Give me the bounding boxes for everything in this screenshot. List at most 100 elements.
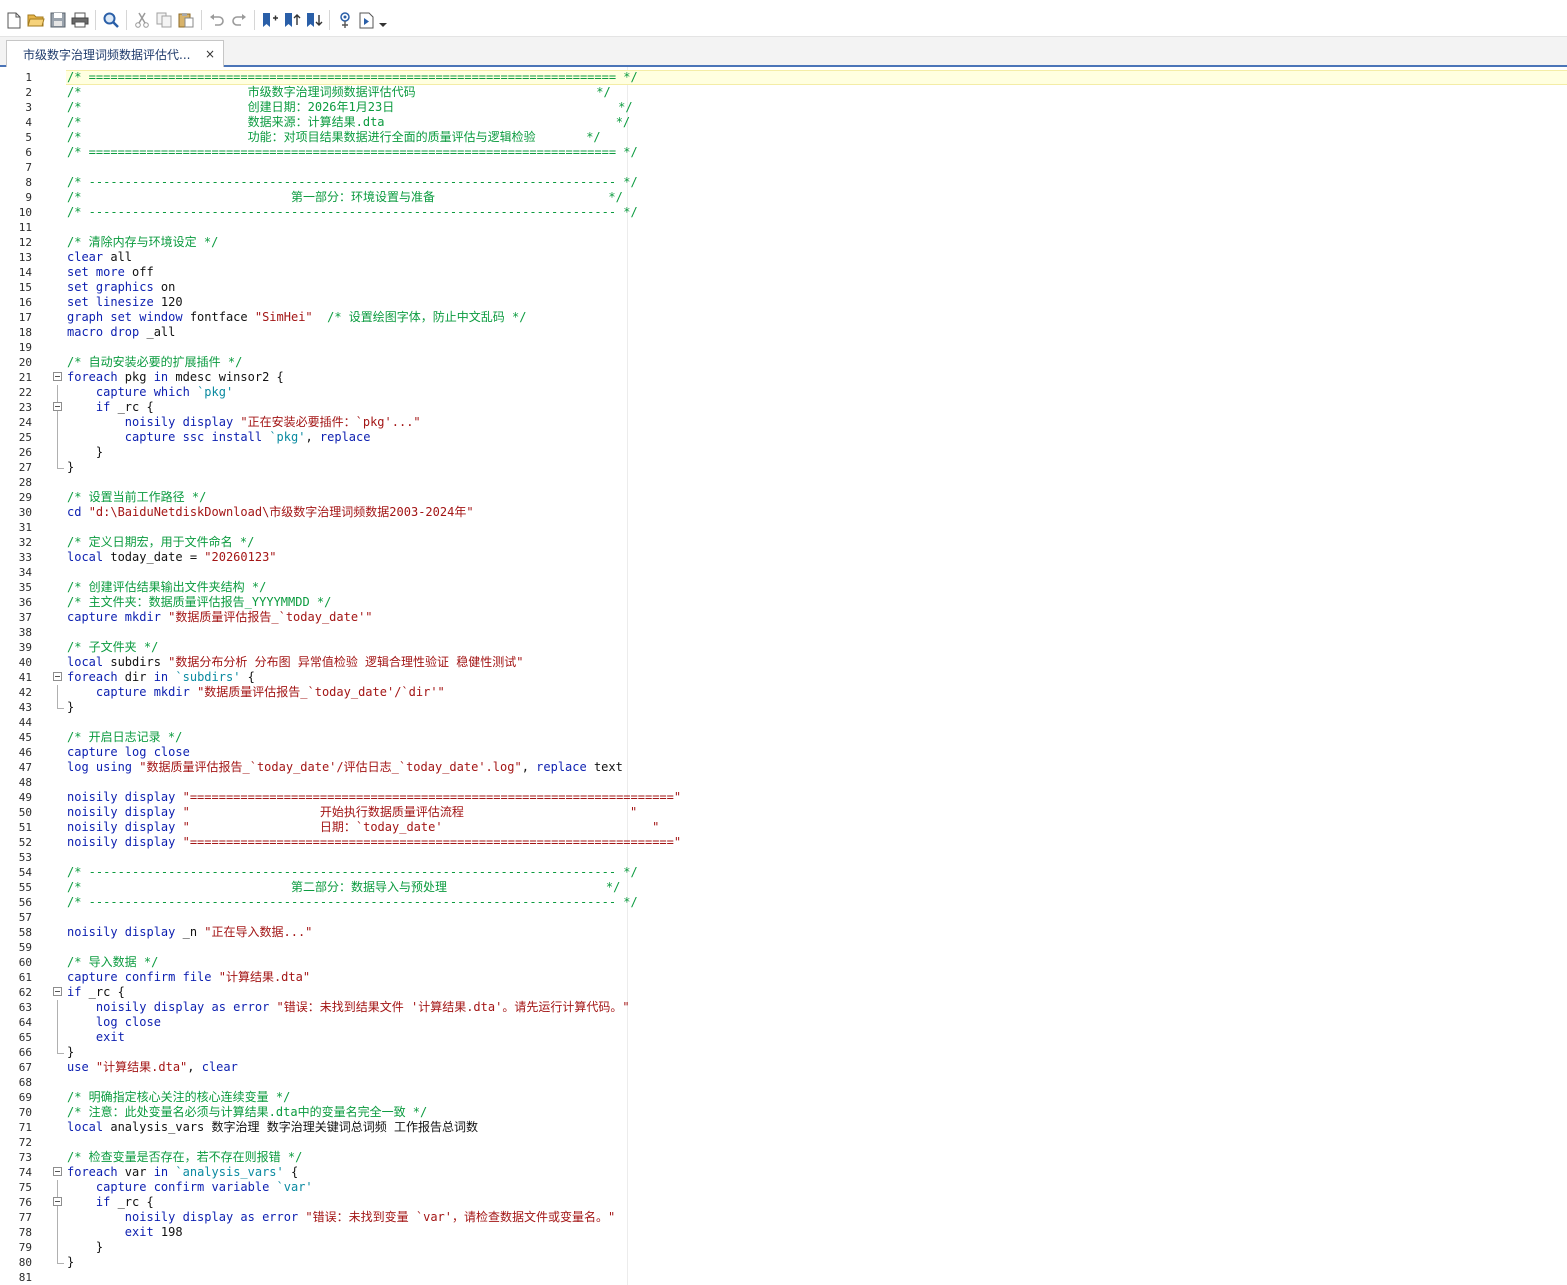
new-file-icon (7, 12, 21, 29)
line-number: 10 (18, 206, 32, 219)
execute-do-button[interactable] (356, 9, 377, 31)
line-number: 77 (18, 1211, 32, 1224)
code-token: /* 数据来源：计算结果.dta */ (67, 115, 631, 129)
fold-toggle-icon[interactable] (53, 402, 62, 411)
undo-button[interactable] (206, 9, 227, 31)
code-token: /* 创建日期：2026年1月23日 */ (67, 100, 633, 114)
save-button[interactable] (47, 9, 68, 31)
code-token: "=======================================… (182, 790, 682, 804)
next-bookmark-button[interactable] (303, 9, 324, 31)
execute-do-icon (359, 12, 375, 29)
print-button[interactable] (69, 9, 90, 31)
line-number: 43 (18, 701, 32, 714)
cut-button[interactable] (131, 9, 152, 31)
line-code: foreach pkg in mdesc winsor2 { (67, 370, 284, 385)
fold-toggle-icon[interactable] (53, 672, 62, 681)
line-number: 67 (18, 1061, 32, 1074)
line-code: clear all (67, 250, 132, 265)
code-token: "计算结果.dta" (95, 1060, 188, 1074)
line-code: log close (67, 1015, 161, 1030)
find-button[interactable] (100, 9, 121, 31)
line-code: /* 设置当前工作路径 */ (67, 490, 206, 505)
fold-toggle-icon[interactable] (53, 372, 62, 381)
redo-button[interactable] (228, 9, 249, 31)
open-folder-button[interactable] (25, 9, 46, 31)
previous-bookmark-button[interactable] (281, 9, 302, 31)
new-file-button[interactable] (3, 9, 24, 31)
line-number: 32 (18, 536, 32, 549)
code-token: capture confirm file (67, 970, 212, 984)
line-number: 1 (25, 71, 32, 84)
line-code: /* 市级数字治理词频数据评估代码 */ (67, 85, 611, 100)
line-code: capture mkdir "数据质量评估报告_`today_date'/`di… (67, 685, 445, 700)
line-number: 73 (18, 1151, 32, 1164)
line-code: } (67, 445, 103, 460)
line-number: 55 (18, 881, 32, 894)
line-number: 14 (18, 266, 32, 279)
line-code: /* 功能：对项目结果数据进行全面的质量评估与逻辑检验 */ (67, 130, 601, 145)
line-number: 28 (18, 476, 32, 489)
copy-button[interactable] (153, 9, 174, 31)
code-token: capture confirm variable (95, 1180, 270, 1194)
fold-toggle-icon[interactable] (53, 987, 62, 996)
line-code: local subdirs "数据分布分析 分布图 异常值检验 逻辑合理性验证 … (67, 655, 524, 670)
code-editor[interactable]: 1 /* ====================================… (0, 67, 1567, 1285)
line-number: 38 (18, 626, 32, 639)
code-token: today_date = (103, 550, 205, 564)
fold-toggle-icon[interactable] (53, 1167, 62, 1176)
paste-button[interactable] (175, 9, 196, 31)
code-token: /* 第一部分：环境设置与准备 */ (67, 190, 623, 204)
fold-end-marker (57, 1255, 64, 1264)
code-token: in (153, 370, 169, 384)
line-code: /* 第一部分：环境设置与准备 */ (67, 190, 623, 205)
tab-do-file[interactable]: 市级数字治理词频数据评估代... × (6, 40, 224, 67)
line-number: 17 (18, 311, 32, 324)
line-number: 29 (18, 491, 32, 504)
line-number: 49 (18, 791, 32, 804)
line-code: } (67, 1045, 74, 1060)
code-token: capture log close (67, 745, 190, 759)
code-token: /* -------------------------------------… (67, 175, 638, 189)
line-number: 81 (18, 1271, 32, 1284)
code-token: _n (175, 925, 205, 939)
code-token: dir (117, 670, 154, 684)
line-number: 45 (18, 731, 32, 744)
fold-toggle-icon[interactable] (53, 1197, 62, 1206)
code-token: `analysis_vars' (175, 1165, 284, 1179)
dropdown-arrow-icon (379, 12, 387, 28)
fold-line (57, 430, 58, 445)
code-token: /* 子文件夹 */ (67, 640, 159, 654)
code-token: /* 注意：此处变量名必须与计算结果.dta中的变量名完全一致 */ (67, 1105, 428, 1119)
line-code: /* 开启日志记录 */ (67, 730, 182, 745)
code-token: noisily display (124, 415, 234, 429)
line-code: /* -------------------------------------… (67, 865, 638, 880)
tab-close-icon[interactable]: × (205, 47, 215, 61)
code-token: } (67, 700, 75, 714)
toolbar-separator (254, 10, 255, 30)
line-code: /* 创建评估结果输出文件夹结构 */ (67, 580, 266, 595)
toggle-bookmark-button[interactable] (259, 9, 280, 31)
redo-icon (231, 12, 247, 28)
dropdown-arrow-button[interactable] (378, 9, 388, 31)
code-token: " 日期：`today_date' " (182, 820, 660, 834)
show-file-in-viewer-button[interactable] (334, 9, 355, 31)
code-token: noisily display (67, 835, 176, 849)
line-code: /* 自动安装必要的扩展插件 */ (67, 355, 242, 370)
line-code: /* 数据来源：计算结果.dta */ (67, 115, 630, 130)
code-token: graph set window (67, 310, 183, 324)
code-token: } (67, 445, 104, 459)
line-code: set more off (67, 265, 154, 280)
code-token: } (67, 460, 75, 474)
line-code: noisily display "=======================… (67, 790, 681, 805)
line-number: 70 (18, 1106, 32, 1119)
line-number: 34 (18, 566, 32, 579)
code-token: _rc { (110, 1195, 154, 1209)
code-token: /* 导入数据 */ (67, 955, 159, 969)
code-token: off (124, 265, 154, 279)
code-token: local (67, 655, 104, 669)
